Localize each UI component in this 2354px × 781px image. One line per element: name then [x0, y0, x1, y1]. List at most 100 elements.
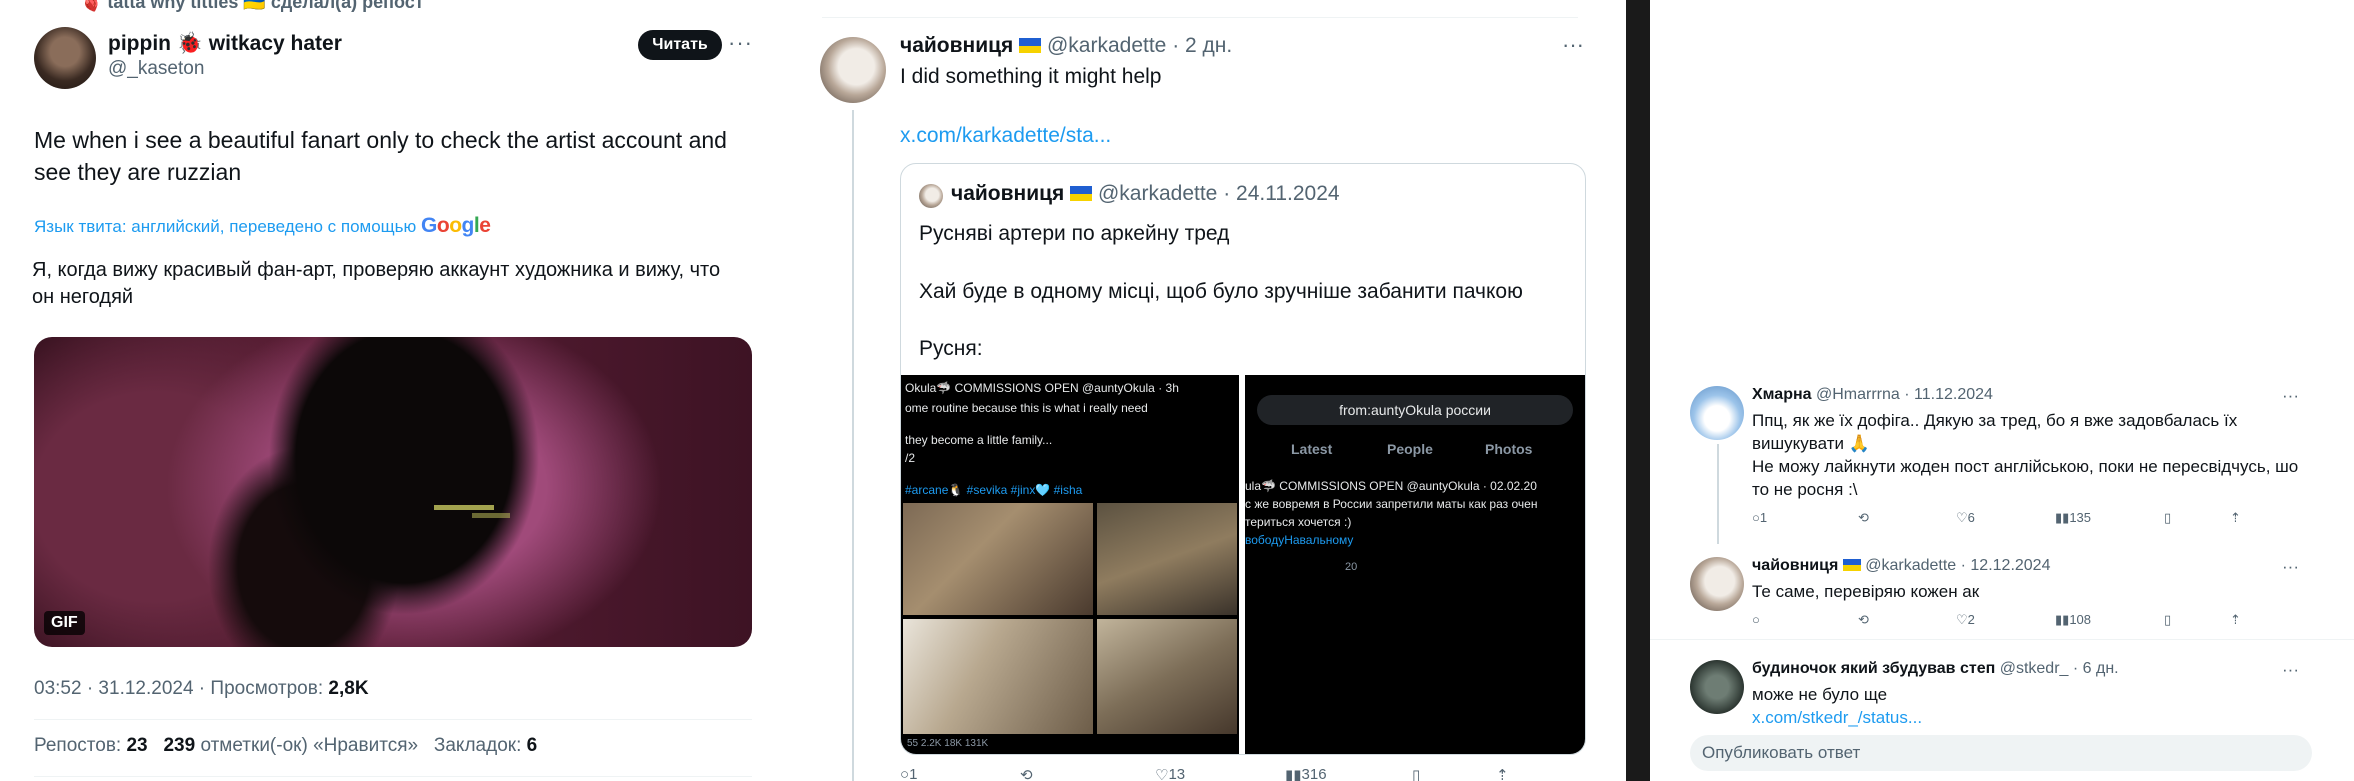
view-count: 108	[2069, 612, 2092, 627]
comic-panel	[1097, 503, 1237, 615]
reply-action[interactable]: ○	[1752, 612, 1760, 627]
more-options-icon[interactable]: ···	[728, 30, 753, 56]
bookmark-icon[interactable]: ▯	[1412, 766, 1420, 781]
tweet-timestamp[interactable]: 03:52 · 31.12.2024 · Просмотров:	[34, 678, 323, 699]
follow-button[interactable]: Читать	[638, 30, 722, 60]
reply-date[interactable]: · 6 дн.	[2073, 660, 2119, 677]
reply-action[interactable]: ○ 1	[1752, 510, 1767, 525]
quoted-text-line: Русняві артери по аркейну тред	[919, 222, 1230, 245]
reply-action[interactable]: ○ 1	[900, 766, 917, 781]
views-action[interactable]: ▮▮ 135	[2055, 510, 2091, 526]
author-avatar[interactable]	[34, 27, 96, 89]
quoted-text-line: Русня:	[919, 337, 983, 360]
quoted-author-handle: @karkadette	[1097, 182, 1218, 205]
more-options-icon[interactable]: ···	[2282, 557, 2299, 577]
screenshot-text: they become a little family...	[905, 433, 1053, 447]
tweet-meta: 03:52 · 31.12.2024 · Просмотров: 2,8K	[34, 678, 369, 700]
author-name[interactable]: чайовниця	[900, 34, 1013, 57]
quoted-image-1[interactable]: Okula🦈 COMMISSIONS OPEN @auntyOkula · 3h…	[901, 375, 1239, 754]
like-count: 2	[1967, 612, 1975, 627]
reply-count: 1	[909, 766, 918, 781]
reply-author-name[interactable]: Хмарна	[1752, 386, 1812, 403]
reposts-count[interactable]: 23	[126, 735, 147, 756]
reply-author-name[interactable]: чайовниця	[1752, 557, 1838, 574]
repost-indicator[interactable]: 🫀 tatta why titties 🇺🇦 сделал(а) репост	[80, 0, 424, 13]
tweet-time[interactable]: · 2 дн.	[1172, 34, 1232, 57]
reply-author-name[interactable]: будиночок який збудував степ	[1752, 660, 1995, 677]
screenshot-search: from:auntyOkula россии	[1257, 395, 1573, 425]
views-action[interactable]: ▮▮ 316	[1285, 766, 1327, 781]
reply-input[interactable]: Опубликовать ответ	[1690, 735, 2312, 771]
gif-badge: GIF	[44, 611, 85, 635]
gif-light-streak	[472, 513, 510, 518]
comic-panel	[903, 503, 1093, 615]
reply-avatar[interactable]	[1690, 660, 1744, 714]
reply-link[interactable]: x.com/stkedr_/status...	[1752, 706, 2312, 729]
share-icon[interactable]: ⇡	[1496, 766, 1509, 781]
views-action[interactable]: ▮▮ 108	[2055, 612, 2091, 628]
divider	[34, 719, 752, 720]
bookmarks-count: 6	[526, 735, 538, 756]
more-options-icon[interactable]: ···	[2282, 660, 2299, 680]
repost-icon[interactable]: ⟲	[1858, 510, 1869, 526]
screenshot-tab: Latest	[1291, 441, 1333, 457]
reply-author-handle[interactable]: @Hmarrrna	[1816, 386, 1900, 403]
like-action[interactable]: ♡ 6	[1956, 510, 1975, 526]
reply-header: Хмарна @Hmarrrna · 11.12.2024	[1752, 386, 1993, 404]
screenshot-text: териться хочется :)	[1245, 515, 1352, 529]
bookmarks-label: Закладок:	[433, 735, 522, 756]
like-action[interactable]: ♡ 13	[1155, 766, 1185, 781]
tweet-header: чайовниця @karkadette · 2 дн.	[900, 34, 1232, 58]
reply-date[interactable]: · 12.12.2024	[1961, 557, 2051, 574]
author-handle[interactable]: @_kaseton	[108, 58, 204, 80]
author-handle[interactable]: @karkadette	[1047, 34, 1166, 57]
tweet-link[interactable]: x.com/karkadette/sta...	[900, 124, 1111, 148]
translation-note[interactable]: Язык твита: английский, переведено с пом…	[34, 214, 491, 238]
share-icon[interactable]: ⇡	[2230, 612, 2241, 628]
ukraine-flag-icon	[1019, 38, 1042, 53]
view-count: 316	[1301, 766, 1327, 781]
like-count: 6	[1967, 510, 1975, 525]
like-action[interactable]: ♡ 2	[1956, 612, 1975, 628]
reply-header: будиночок який збудував степ @stkedr_ · …	[1752, 660, 2119, 678]
author-avatar[interactable]	[820, 37, 886, 103]
middle-tweet-panel: чайовниця @karkadette · 2 дн. ··· I did …	[770, 0, 1626, 781]
screenshot-footer: 55 2.2K 18K 131K	[907, 738, 989, 749]
more-options-icon[interactable]: ···	[1562, 32, 1584, 58]
more-options-icon[interactable]: ···	[2282, 386, 2299, 406]
screenshot-hashtag: вободуНавальному	[1245, 533, 1354, 547]
google-logo: Google	[421, 214, 491, 237]
quoted-tweet-date: · 24.11.2024	[1223, 182, 1340, 205]
quoted-tweet[interactable]: чайовниця @karkadette · 24.11.2024 Русня…	[900, 163, 1586, 755]
gif-media[interactable]: GIF	[34, 337, 752, 647]
reply-text: Те саме, перевіряю кожен ак	[1752, 582, 1980, 601]
reply-author-handle[interactable]: @stkedr_	[2000, 660, 2069, 677]
reply-actions: ○ 1 ⟲ ♡ 6 ▮▮ 135 ▯ ⇡	[1752, 510, 2272, 528]
screenshot-text: /2	[905, 451, 916, 465]
quoted-author-name: чайовниця	[951, 182, 1065, 205]
repost-icon[interactable]: ⟲	[1020, 766, 1033, 781]
left-tweet-panel: 🫀 tatta why titties 🇺🇦 сделал(а) репост …	[0, 0, 770, 781]
reply-author-handle[interactable]: @karkadette	[1865, 557, 1956, 574]
bookmark-icon[interactable]: ▯	[2164, 612, 2171, 628]
bookmark-icon[interactable]: ▯	[2164, 510, 2171, 526]
comic-panel	[1097, 619, 1237, 734]
reply-header: чайовниця @karkadette · 12.12.2024	[1752, 557, 2050, 575]
reply-date[interactable]: · 11.12.2024	[1904, 386, 1993, 403]
view-count: 135	[2069, 510, 2092, 525]
likes-label[interactable]: отметки(-ок) «Нравится»	[200, 735, 418, 756]
likes-count[interactable]: 239	[163, 735, 195, 756]
reply-avatar[interactable]	[1690, 386, 1744, 440]
reply-avatar[interactable]	[1690, 557, 1744, 611]
ukraine-flag-icon	[1842, 559, 1861, 571]
reply-text: може не було ще	[1752, 685, 1888, 704]
screenshot-tab: People	[1387, 441, 1433, 457]
reply-actions: ○ ⟲ ♡ 2 ▮▮ 108 ▯ ⇡	[1752, 612, 2272, 630]
quoted-image-2[interactable]: from:auntyOkula россии Latest People Pho…	[1245, 375, 1585, 754]
screenshot-hashtags: #arcane🐧 #sevika #jinx🩵 #isha	[905, 483, 1083, 497]
reply-text: Не можу лайкнути жоден пост англійською,…	[1752, 457, 2299, 499]
divider	[1650, 639, 2354, 640]
author-name[interactable]: pippin 🐞 witkacy hater	[108, 32, 342, 56]
share-icon[interactable]: ⇡	[2230, 510, 2241, 526]
repost-icon[interactable]: ⟲	[1858, 612, 1869, 628]
